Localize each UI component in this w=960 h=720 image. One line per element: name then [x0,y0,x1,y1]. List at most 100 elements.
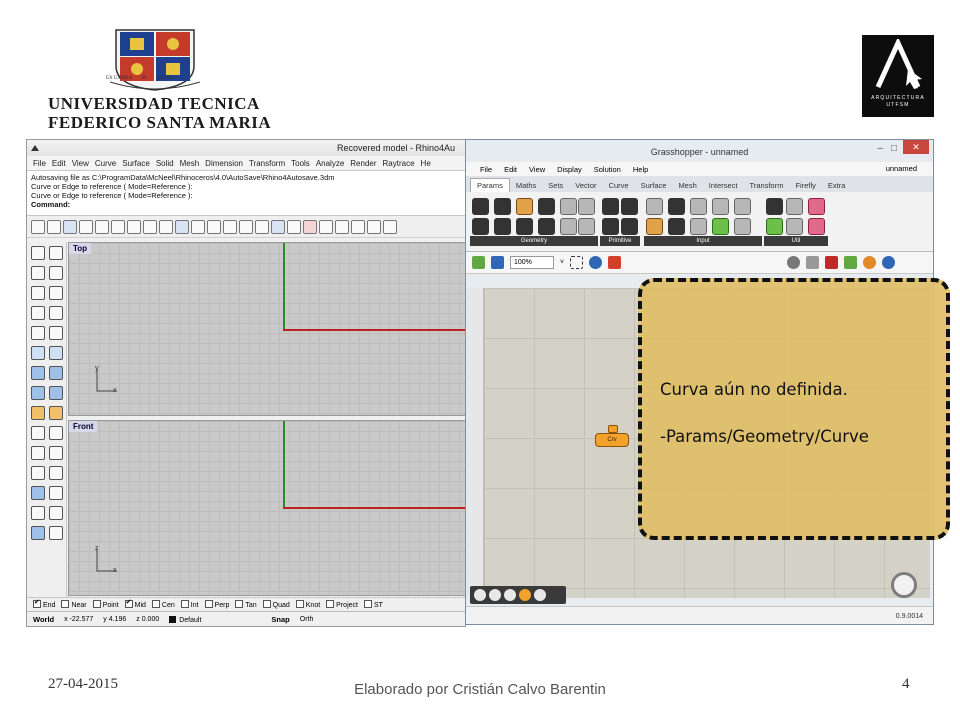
navigation-compass-icon[interactable] [891,572,917,598]
number-param-icon[interactable] [602,218,619,235]
osnap-checkbox[interactable] [295,600,304,608]
zoom-select[interactable]: 100% [510,256,554,269]
osnap-quad[interactable]: Quad [262,600,290,609]
osnap-checkbox[interactable] [235,600,244,608]
array-icon[interactable] [31,506,45,520]
menu-item-render[interactable]: Render [347,159,379,168]
osnap-st[interactable]: ST [363,600,383,609]
viewport-top[interactable]: Top y x [68,242,465,416]
menu-item-he[interactable]: He [418,159,434,168]
menu-item-dimension[interactable]: Dimension [202,159,246,168]
ellipse-icon[interactable] [49,286,63,300]
brep-param-icon[interactable] [494,198,511,215]
tab-params[interactable]: Params [470,178,510,192]
gene-pool-icon[interactable] [766,218,783,235]
menu-item-surface[interactable]: Surface [119,159,153,168]
join-icon[interactable] [31,426,45,440]
plane-icon[interactable] [49,386,63,400]
panel-icon[interactable] [734,218,751,235]
surface-icon[interactable] [31,346,45,360]
tab-extra[interactable]: Extra [822,179,852,192]
zoom-extents-icon[interactable] [223,219,237,234]
gh-menu-item-edit[interactable]: Edit [498,165,523,174]
selected-only-icon[interactable] [844,256,858,269]
render-mesh-icon[interactable] [31,526,45,540]
tab-transform[interactable]: Transform [744,179,790,192]
viewport-front[interactable]: Front z x [68,420,465,596]
osnap-near[interactable]: Near [61,600,87,609]
tab-curve[interactable]: Curve [603,179,635,192]
osnap-end[interactable]: End [33,598,55,609]
options-icon[interactable] [383,219,397,234]
document-preview-icon[interactable] [863,256,877,269]
zoom-selected-icon[interactable] [239,219,253,234]
undo-view-icon[interactable] [255,219,269,234]
move-icon[interactable] [49,486,63,500]
image-sampler-icon[interactable] [646,218,663,235]
curve-icon[interactable] [49,266,63,280]
gh-menu-item-view[interactable]: View [523,165,551,174]
pan-hand-icon[interactable] [159,219,173,234]
rotate-view-icon[interactable] [175,219,189,234]
line-param-icon[interactable] [472,218,489,235]
fillet-icon[interactable] [49,326,63,340]
save-icon[interactable] [63,219,77,234]
data-dam-icon[interactable] [786,198,803,215]
viewport-top-label[interactable]: Top [69,243,92,254]
flask-icon[interactable] [808,218,825,235]
menu-item-raytrace[interactable]: Raytrace [380,159,418,168]
menu-item-transform[interactable]: Transform [246,159,288,168]
osnap-checkbox[interactable] [151,600,160,608]
gh-menu-item-help[interactable]: Help [627,165,654,174]
osnap-checkbox[interactable] [363,600,372,608]
analyze-icon[interactable] [49,526,63,540]
close-icon[interactable]: ✕ [903,140,929,154]
menu-item-view[interactable]: View [69,159,92,168]
chevron-down-icon[interactable]: ˅ [560,259,564,266]
new-file-icon[interactable] [31,219,45,234]
gradient-icon[interactable] [712,198,729,215]
sphere-icon[interactable] [49,366,63,380]
plane-param-icon[interactable] [516,218,533,235]
wire-icon[interactable] [489,589,501,601]
lightbulb-icon[interactable] [367,219,381,234]
eye-icon[interactable] [589,256,603,269]
minimize-icon[interactable]: – [877,143,883,154]
tab-surface[interactable]: Surface [635,179,673,192]
rhino-command-area[interactable]: Autosaving file as C:\ProgramData\McNeel… [27,170,465,216]
box-param-icon[interactable] [472,198,489,215]
osnap-icon[interactable] [335,219,349,234]
snap-toggle[interactable]: Snap [271,615,289,624]
gh-menu-item-display[interactable]: Display [551,165,588,174]
menu-item-solid[interactable]: Solid [153,159,177,168]
osnap-checkbox[interactable] [326,600,335,608]
abc-icon[interactable] [786,218,803,235]
tab-sets[interactable]: Sets [542,179,569,192]
number-slider-icon[interactable] [690,218,707,235]
surface-param-icon[interactable] [560,218,577,235]
copy-icon[interactable] [95,219,109,234]
osnap-checkbox[interactable] [92,600,101,608]
osnap-checkbox[interactable] [180,600,189,608]
preview-off-icon[interactable] [787,256,801,269]
polygon-icon[interactable] [31,326,45,340]
tab-intersect[interactable]: Intersect [703,179,744,192]
cluster-icon[interactable] [766,198,783,215]
circle-param-icon[interactable] [516,198,533,215]
osnap-knot[interactable]: Knot [295,600,320,609]
menu-item-curve[interactable]: Curve [92,159,119,168]
vector-param-icon[interactable] [578,218,595,235]
graph-mapper-icon[interactable] [734,198,751,215]
menu-item-file[interactable]: File [30,159,49,168]
zoom-window-icon[interactable] [207,219,221,234]
cplane-world[interactable]: World [33,615,54,624]
circle-icon[interactable] [31,286,45,300]
menu-item-mesh[interactable]: Mesh [177,159,203,168]
tab-firefly[interactable]: Firefly [789,179,821,192]
arc-icon[interactable] [31,306,45,320]
menu-item-tools[interactable]: Tools [288,159,313,168]
bake-icon[interactable] [474,589,486,601]
ortho-toggle[interactable]: Orth [300,616,314,623]
point-icon[interactable] [49,246,63,260]
viewport-front-label[interactable]: Front [69,421,98,432]
